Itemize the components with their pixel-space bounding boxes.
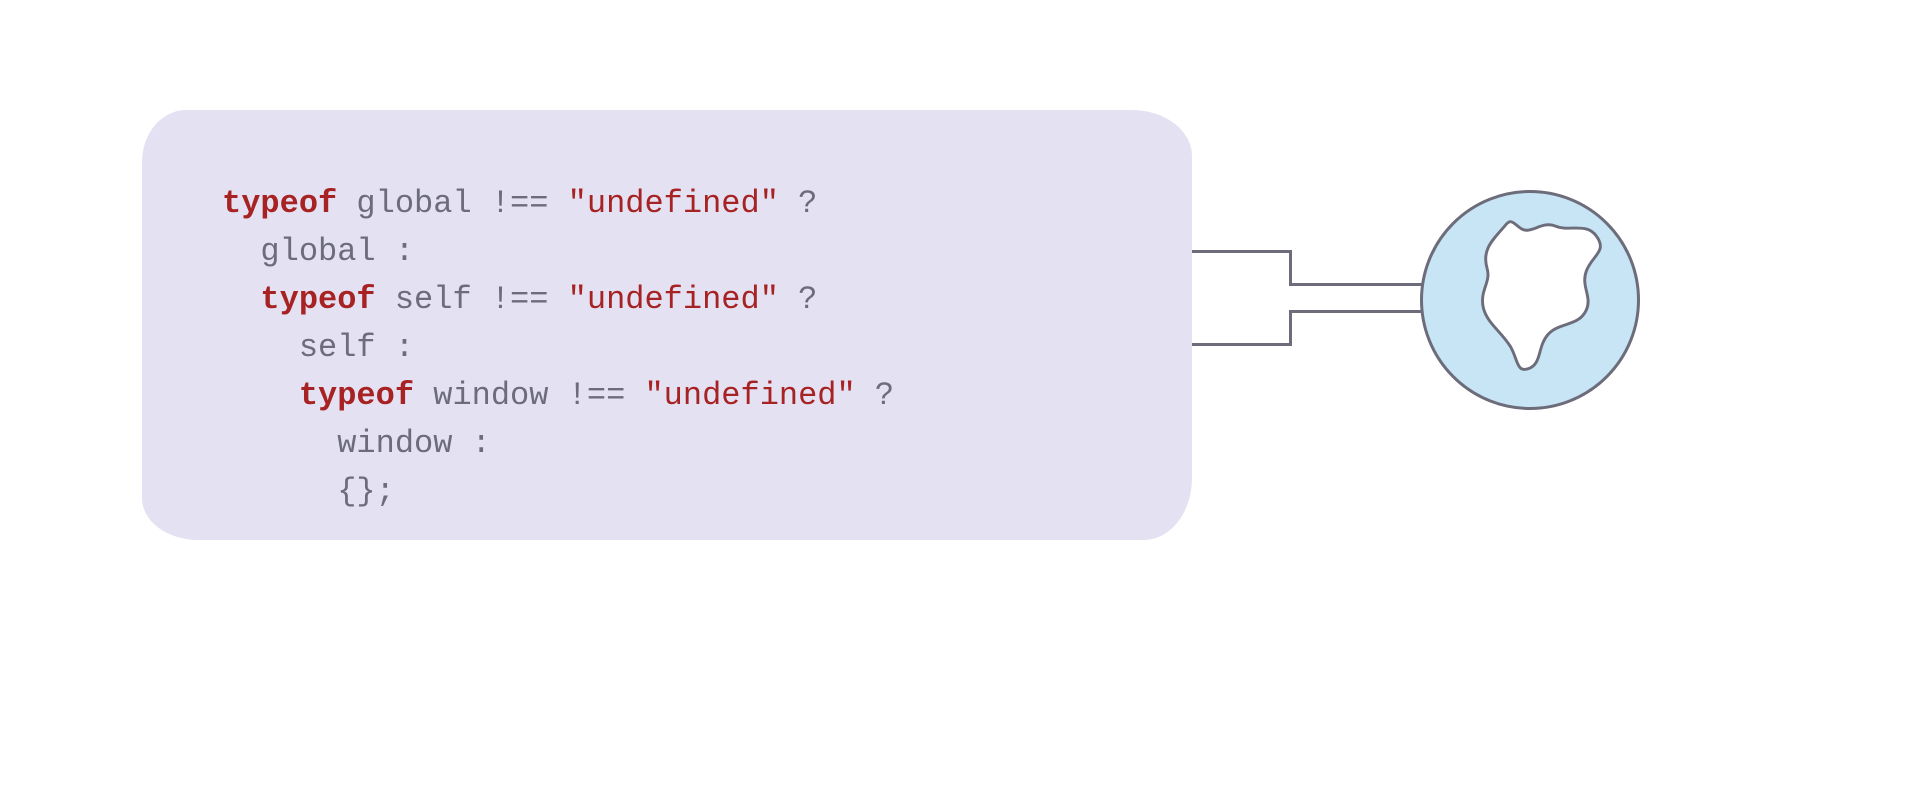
keyword-typeof: typeof	[299, 377, 414, 414]
code-line-1: typeof global !== "undefined" ?	[222, 185, 817, 222]
connector-line	[1289, 310, 1292, 346]
string-undefined: "undefined"	[568, 281, 779, 318]
code-line-7: {};	[222, 473, 395, 510]
connector-line	[1192, 250, 1292, 253]
string-undefined: "undefined"	[644, 377, 855, 414]
connector-line	[1289, 250, 1292, 286]
connector-line	[1192, 343, 1292, 346]
connector-line	[1289, 310, 1429, 313]
globe-icon	[1420, 190, 1640, 410]
code-line-2: global :	[222, 233, 414, 270]
diagram-stage: typeof global !== "undefined" ? global :…	[0, 0, 1908, 793]
code-block: typeof global !== "undefined" ? global :…	[222, 180, 1132, 516]
code-line-5: typeof window !== "undefined" ?	[222, 377, 894, 414]
code-line-3: typeof self !== "undefined" ?	[222, 281, 817, 318]
code-line-6: window :	[222, 425, 491, 462]
keyword-typeof: typeof	[260, 281, 375, 318]
code-line-4: self :	[222, 329, 414, 366]
code-panel: typeof global !== "undefined" ? global :…	[142, 110, 1192, 540]
globe-continent-icon	[1423, 193, 1637, 407]
connector-line	[1289, 283, 1429, 286]
keyword-typeof: typeof	[222, 185, 337, 222]
string-undefined: "undefined"	[568, 185, 779, 222]
